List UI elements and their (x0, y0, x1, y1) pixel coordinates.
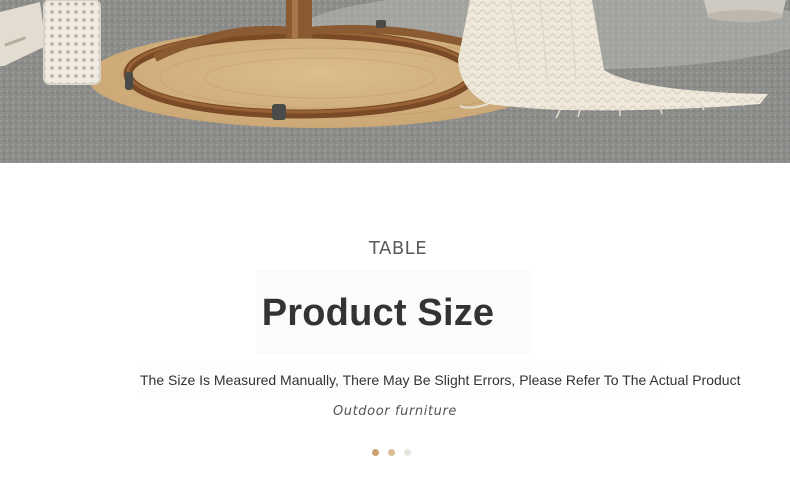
carousel-dot-2[interactable] (388, 449, 395, 456)
carousel-dot-1[interactable] (372, 449, 379, 456)
category-tagline: Outdoor furniture (332, 404, 458, 419)
lattice-lantern (44, 0, 100, 84)
size-disclaimer: The Size Is Measured Manually, There May… (140, 372, 741, 388)
hero-illustration (0, 0, 790, 163)
carousel-indicator (372, 449, 411, 458)
page-title: Product Size (261, 292, 495, 334)
chair-pole (286, 0, 312, 38)
section-eyebrow: TABLE (368, 238, 428, 259)
hero-image (0, 0, 790, 163)
foot-pad (272, 104, 286, 120)
carousel-dot-3[interactable] (404, 449, 411, 456)
product-detail-page: TABLE Product Size The Size Is Measured … (0, 0, 790, 482)
